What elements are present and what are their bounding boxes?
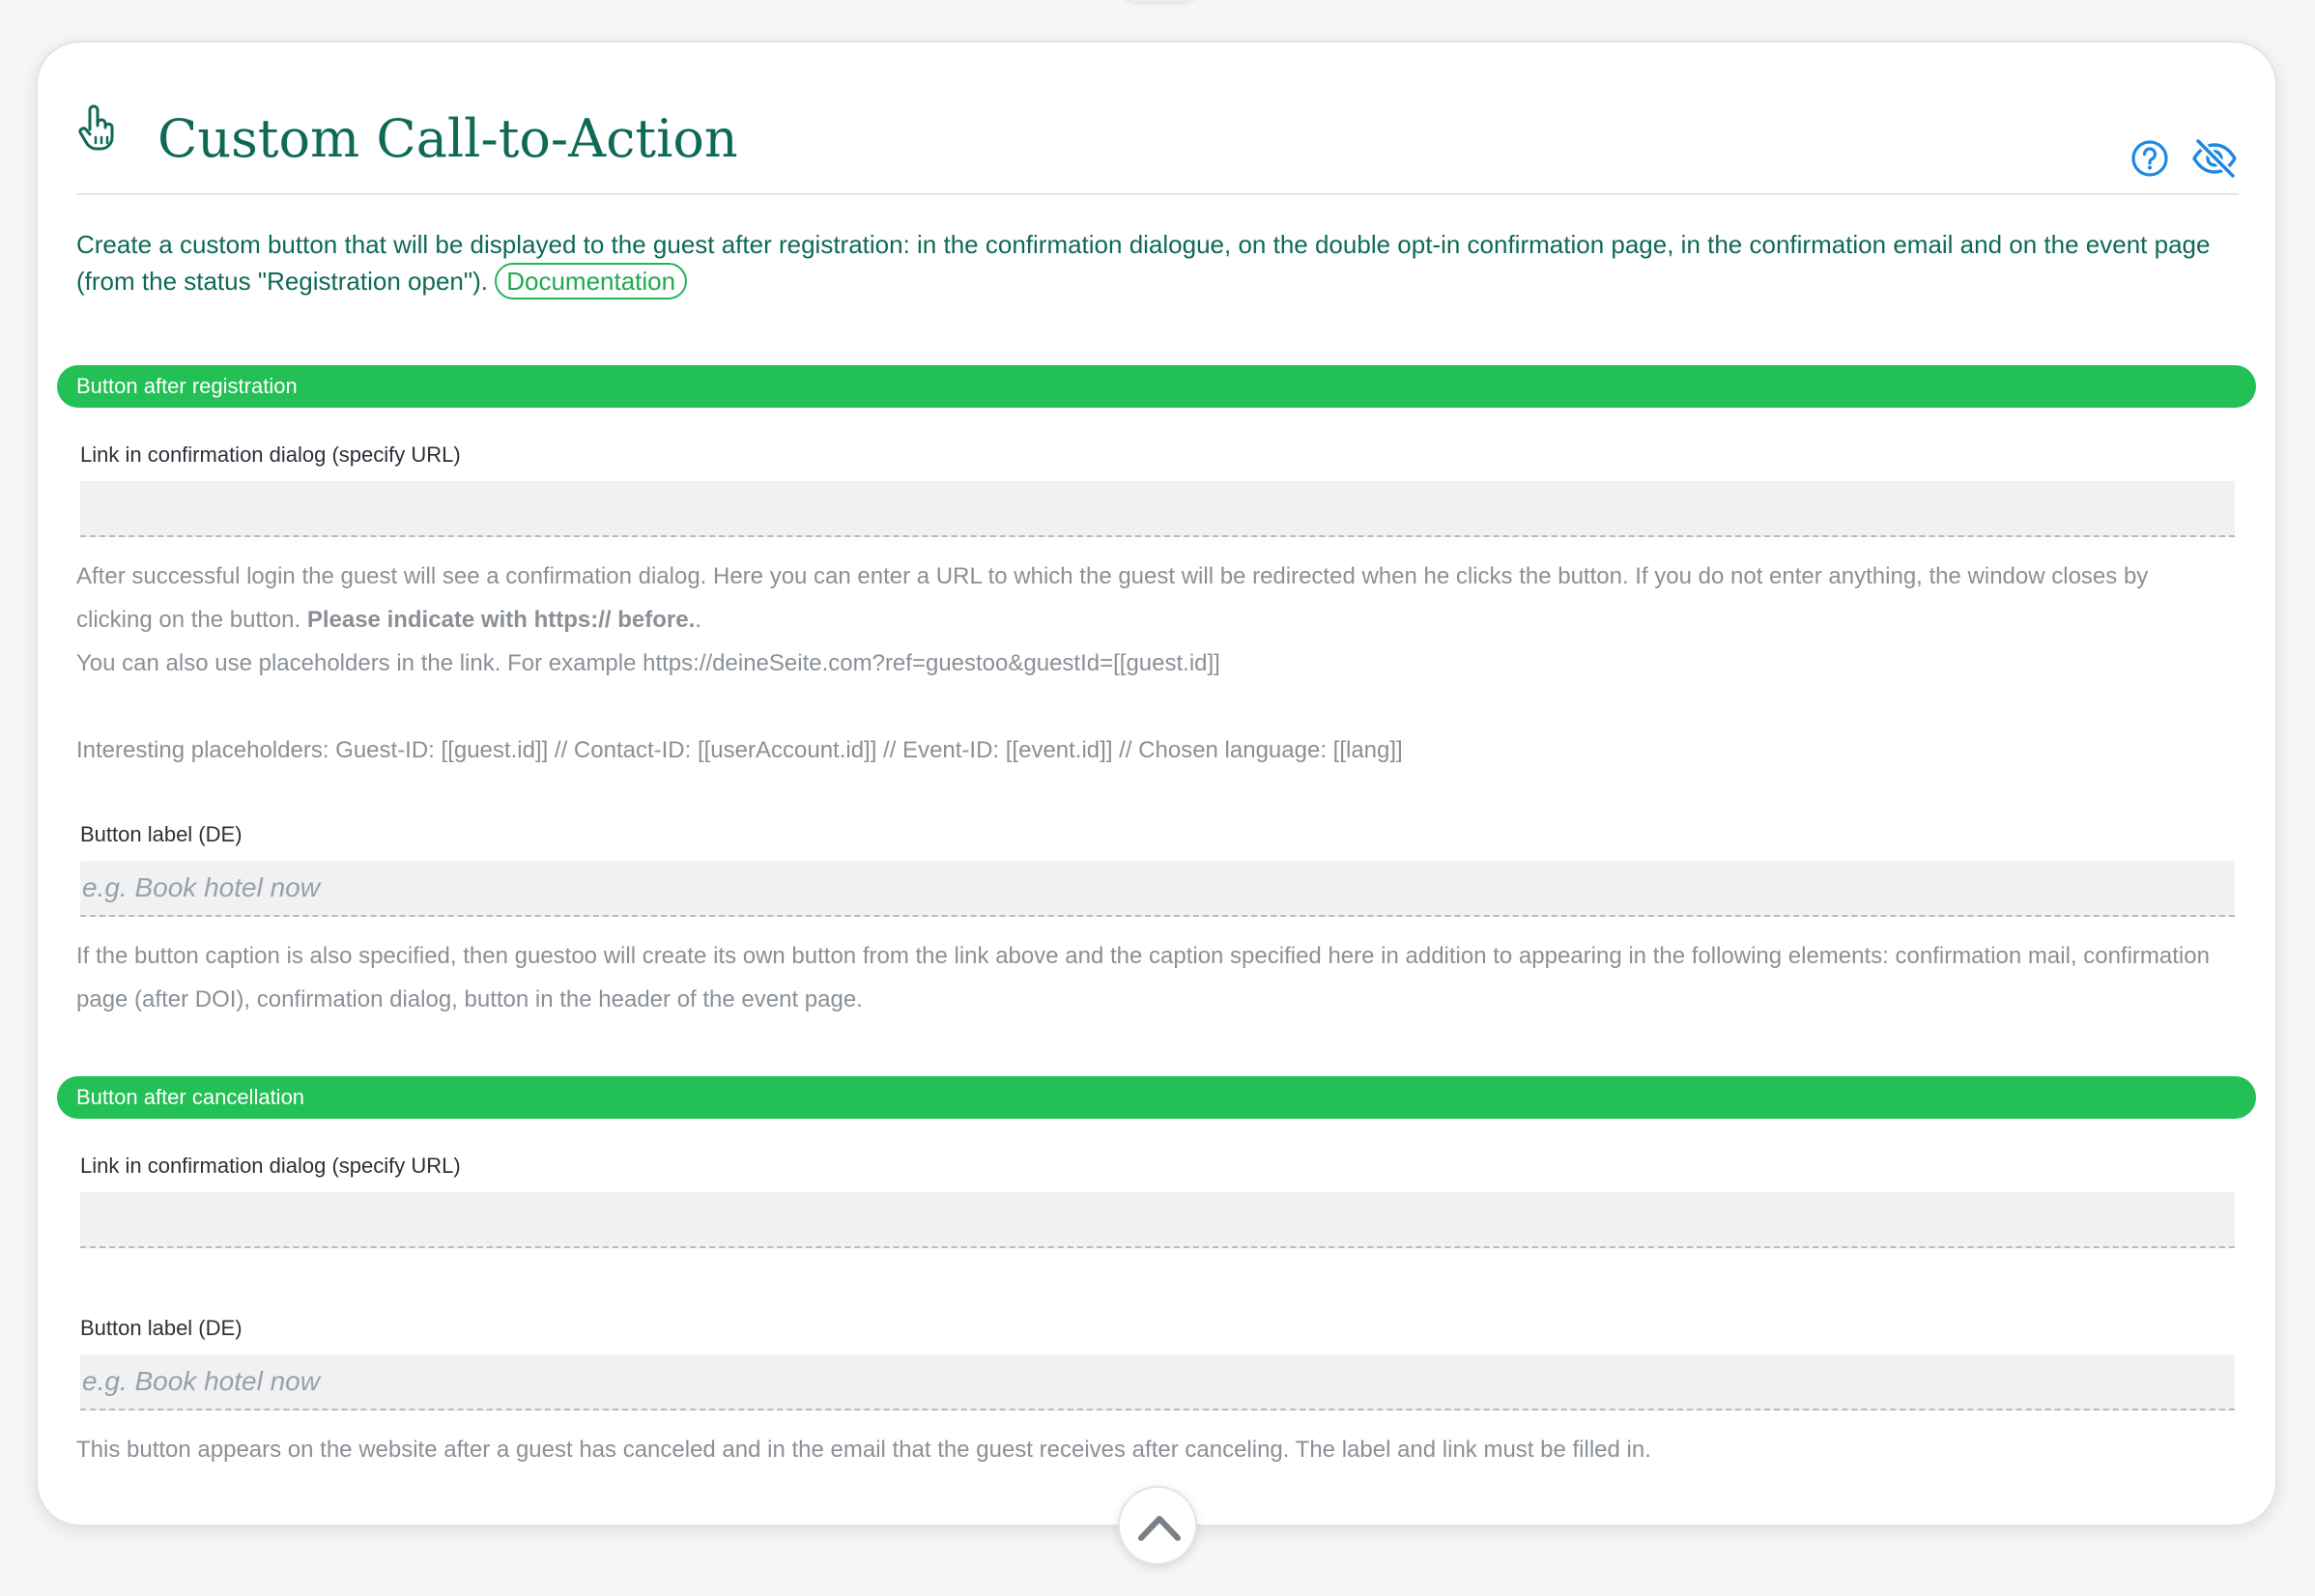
registration-link-help-line2: You can also use placeholders in the lin… [76,650,1220,676]
card-header: Custom Call-to-Action [76,91,2239,187]
registration-button-input[interactable] [80,861,2235,917]
cancellation-link-label: Link in confirmation dialog (specify URL… [80,1154,461,1178]
cancellation-button-input[interactable] [80,1354,2235,1411]
section-header-registration[interactable]: Button after registration [57,365,2256,408]
intro-description: Create a custom button that will be disp… [76,230,2211,296]
registration-link-input[interactable] [80,481,2235,537]
cta-card: Custom Call-to-Action Create a custom bu… [36,41,2277,1526]
chevron-up-icon [1138,1516,1181,1541]
cancellation-button-label: Button label (DE) [80,1316,243,1340]
header-divider [76,193,2239,195]
section-header-cancellation[interactable]: Button after cancellation [57,1076,2256,1119]
registration-link-label: Link in confirmation dialog (specify URL… [80,442,461,467]
eye-off-icon[interactable] [2190,137,2239,180]
registration-link-help-bold: Please indicate with https:// before. [306,607,696,633]
registration-button-help: If the button caption is also specified,… [76,943,2210,1012]
header-actions [2129,137,2239,180]
cancellation-link-input[interactable] [80,1192,2235,1248]
documentation-link[interactable]: Documentation [495,263,688,299]
page-title: Custom Call-to-Action [157,108,738,169]
pointing-hand-icon [78,104,114,151]
intro-text: Create a custom button that will be disp… [76,226,2239,299]
registration-link-help: After successful login the guest will se… [76,555,2227,772]
collapse-button[interactable] [1118,1486,1197,1565]
registration-link-help-line3: Interesting placeholders: Guest-ID: [[gu… [76,737,1403,763]
cancellation-button-help: This button appears on the website after… [76,1437,1651,1463]
registration-button-label: Button label (DE) [80,822,243,846]
top-nub [1101,0,1217,2]
registration-link-help-line1: After successful login the guest will se… [76,563,2149,633]
help-circle-icon[interactable] [2129,137,2171,180]
